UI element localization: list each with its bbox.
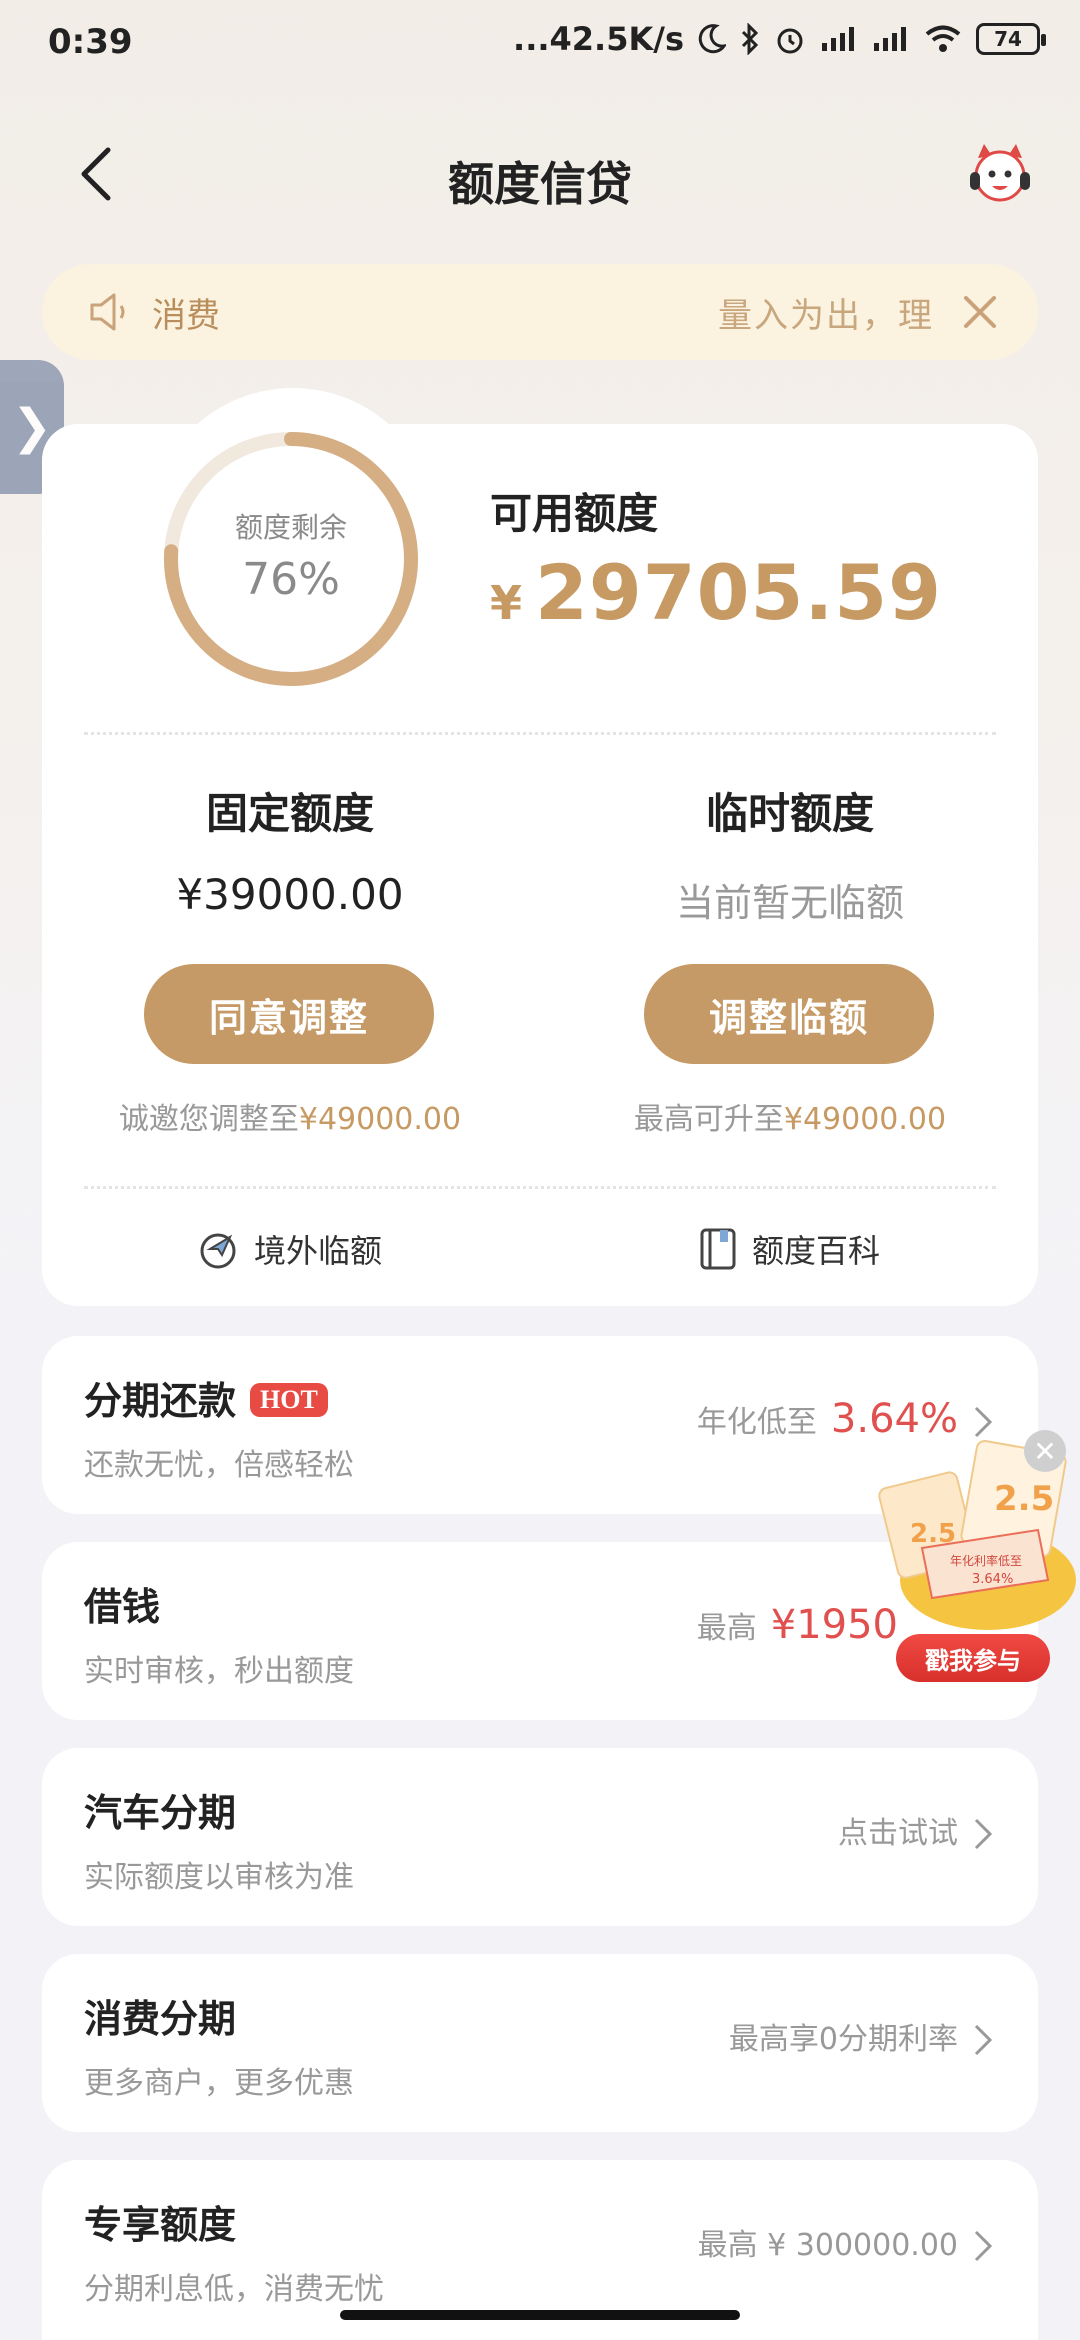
- available-amount: ¥29705.59: [490, 548, 942, 637]
- installment-repay-title: 分期还款: [84, 1379, 237, 1423]
- agree-adjust-button[interactable]: 同意调整: [144, 964, 434, 1064]
- consumer-installment-title: 消费分期: [84, 1997, 237, 2041]
- home-indicator[interactable]: [340, 2310, 740, 2320]
- speaker-icon: [90, 293, 125, 331]
- notice-scroll-text: 量入为出，理: [718, 296, 934, 336]
- fixed-limit-amount: ¥39000.00: [176, 870, 404, 919]
- fixed-limit-label: 固定额度: [205, 789, 374, 838]
- alarm-icon: [777, 28, 803, 54]
- net-speed: ...42.5K/s: [513, 20, 684, 58]
- temp-limit-label: 临时额度: [705, 789, 874, 838]
- car-installment-subtitle: 实际额度以审核为准: [84, 1860, 354, 1895]
- exclusive-limit-max: 最高 ¥ 300000.00: [697, 2228, 958, 2263]
- wifi-icon: [925, 25, 961, 52]
- notice-banner[interactable]: 消费 量入为出，理: [42, 264, 1038, 360]
- installment-repay-subtitle: 还款无忧，倍感轻松: [84, 1448, 354, 1483]
- borrow-money-max: 最高 ¥1950: [697, 1602, 898, 1648]
- battery-icon: 74: [976, 23, 1046, 55]
- status-icons: ...42.5K/s 74: [513, 20, 1046, 58]
- limit-encyclopedia-label: 额度百科: [752, 1232, 881, 1270]
- status-bar: 0:39 ...42.5K/s 74: [0, 0, 1080, 90]
- bluetooth-icon: [741, 23, 759, 55]
- limit-encyclopedia-link[interactable]: 额度百科: [698, 1226, 880, 1272]
- status-time: 0:39: [48, 22, 133, 62]
- adjust-temp-button[interactable]: 调整临额: [644, 964, 934, 1064]
- promo-join-button[interactable]: 戳我参与: [896, 1634, 1050, 1682]
- chevron-right-icon: [974, 1818, 993, 1850]
- promo-close-icon[interactable]: ✕: [1024, 1430, 1066, 1472]
- temp-limit-amount: 当前暂无临额: [675, 881, 904, 925]
- temp-note-prefix: 最高可升至: [633, 1102, 784, 1137]
- moon-icon: [698, 24, 726, 54]
- divider: [84, 732, 996, 735]
- page-title: 额度信贷: [448, 157, 632, 211]
- fixed-note-prefix: 诚邀您调整至: [118, 1102, 299, 1137]
- ring-percent: 76%: [242, 554, 340, 605]
- exclusive-limit-subtitle: 分期利息低，消费无忧: [84, 2272, 384, 2307]
- ring-label: 额度剩余: [234, 511, 347, 544]
- consumer-installment-offer: 最高享0分期利率: [728, 2022, 958, 2057]
- max-prefix: 最高: [696, 1611, 757, 1646]
- exclusive-limit-title: 专享额度: [84, 2203, 237, 2247]
- plane-globe-icon: [200, 1233, 236, 1269]
- nav-bar: 额度信贷: [0, 120, 1080, 230]
- hot-badge: HOT: [250, 1383, 328, 1417]
- car-installment-title: 汽车分期: [84, 1791, 237, 1835]
- close-icon[interactable]: [958, 290, 1002, 334]
- temp-max-note: 最高可升至¥49000.00: [550, 1094, 1030, 1138]
- overseas-limit-label: 境外临额: [254, 1232, 383, 1270]
- available-value: 29705.59: [535, 548, 943, 637]
- overseas-limit-link[interactable]: 境外临额: [196, 1226, 382, 1272]
- notice-left-text: 消费: [152, 296, 220, 336]
- fixed-invite-note: 诚邀您调整至¥49000.00: [50, 1094, 530, 1138]
- car-installment-row[interactable]: 汽车分期 实际额度以审核为准 点击试试: [42, 1748, 1038, 1926]
- promo-rate-value: 3.64%: [972, 1572, 1013, 1587]
- consumer-installment-subtitle: 更多商户，更多优惠: [84, 2066, 354, 2101]
- book-icon: [700, 1228, 736, 1270]
- signal-icon: [822, 27, 854, 51]
- currency-symbol: ¥: [490, 576, 524, 630]
- mascot-service-icon[interactable]: [964, 138, 1036, 210]
- car-installment-action: 点击试试: [838, 1816, 958, 1851]
- temp-note-amount: ¥49000.00: [783, 1102, 947, 1137]
- divider-2: [84, 1186, 996, 1189]
- rate-prefix: 年化低至: [696, 1405, 817, 1440]
- borrow-money-subtitle: 实时审核，秒出额度: [84, 1654, 354, 1689]
- row-title: 分期还款 HOT: [84, 1370, 328, 1425]
- chevron-right-icon: [974, 2230, 993, 2262]
- fixed-note-amount: ¥49000.00: [298, 1102, 462, 1137]
- borrow-money-title: 借钱: [84, 1585, 161, 1629]
- promo-big-2-5: 2.5: [994, 1479, 1054, 1519]
- consumer-installment-row[interactable]: 消费分期 更多商户，更多优惠 最高享0分期利率: [42, 1954, 1038, 2132]
- chevron-right-icon: [974, 2024, 993, 2056]
- promo-rate-label: 年化利率低至: [950, 1553, 1022, 1568]
- signal-icon-2: [874, 27, 906, 51]
- available-label: 可用额度: [490, 489, 659, 538]
